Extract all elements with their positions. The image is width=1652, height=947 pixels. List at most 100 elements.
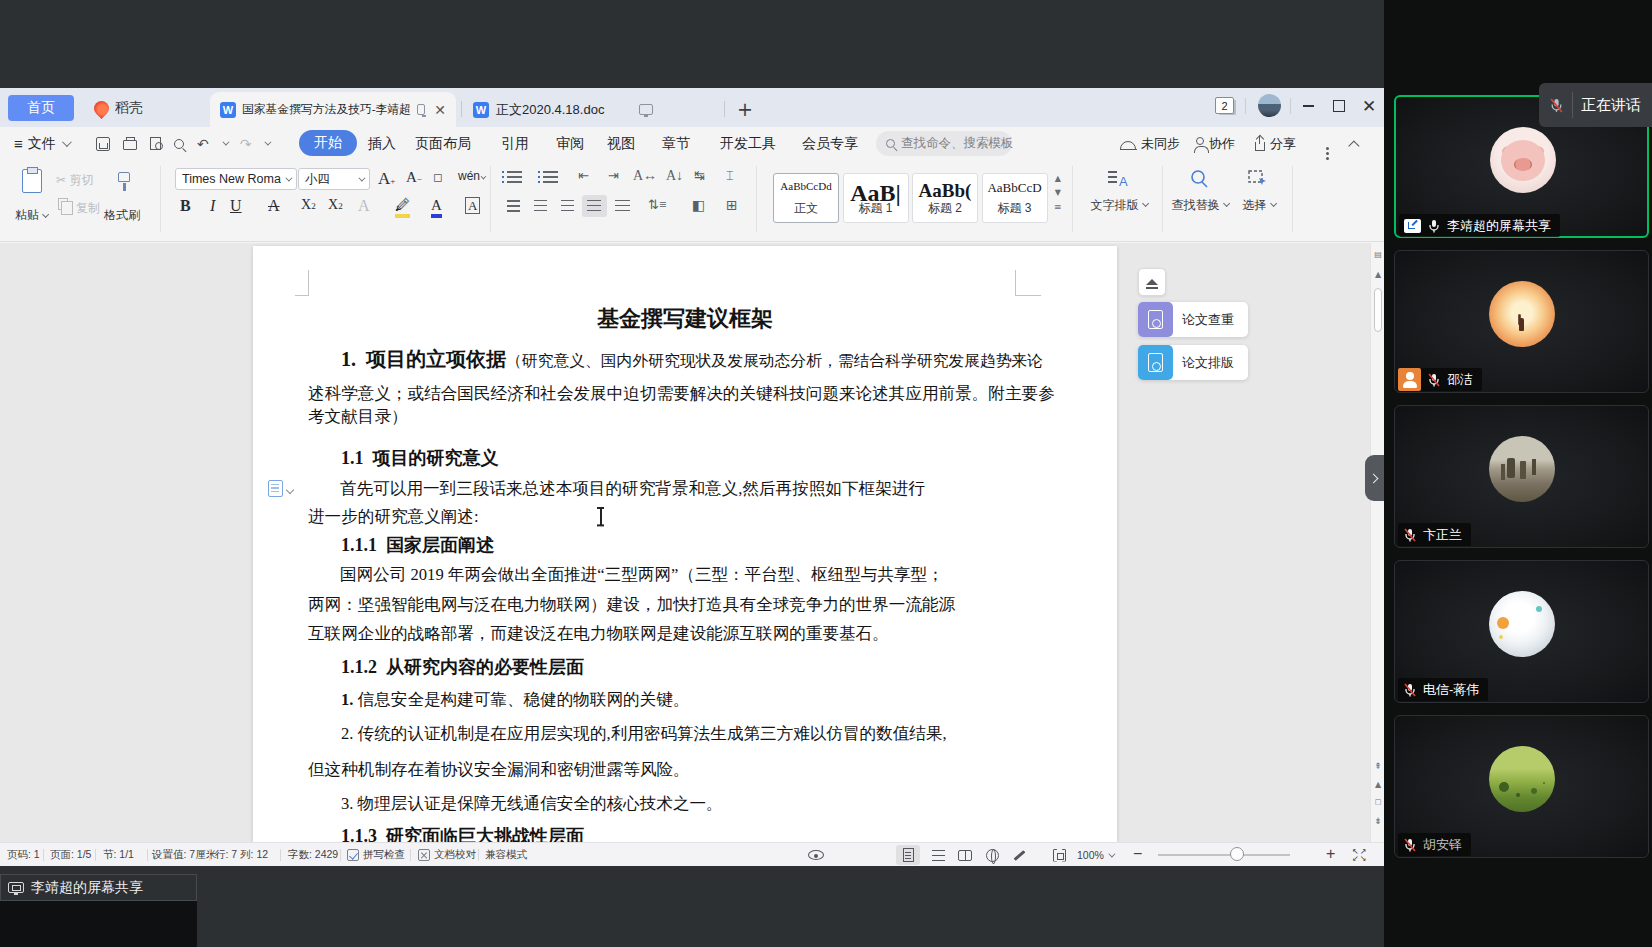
menu-item-开发工具[interactable]: 开发工具: [708, 127, 788, 160]
browse-object-icon[interactable]: □: [1371, 799, 1384, 806]
save-icon[interactable]: [96, 137, 110, 151]
panel-expander[interactable]: [1365, 455, 1384, 501]
font-color-button[interactable]: A: [431, 197, 442, 218]
format-painter-button[interactable]: 格式刷: [104, 207, 140, 224]
undo-icon[interactable]: ↶: [197, 136, 209, 152]
text-direction-icon[interactable]: A↔: [633, 168, 657, 184]
status-拼写检查[interactable]: 拼写检查: [347, 843, 405, 867]
distribute-icon[interactable]: [615, 200, 630, 212]
zoom-level[interactable]: 100%: [1077, 843, 1113, 867]
status-兼容模式[interactable]: 兼容模式: [485, 843, 527, 867]
share-button[interactable]: 分享: [1255, 127, 1296, 160]
window-count-badge[interactable]: 2: [1215, 97, 1234, 114]
next-page-icon[interactable]: ⇟: [1371, 817, 1384, 826]
scroll-top-icon[interactable]: ▤: [1371, 251, 1384, 259]
side-tool-论文查重[interactable]: 论文查重: [1138, 302, 1248, 337]
justify-button-selected[interactable]: [582, 195, 607, 217]
strikethrough-button[interactable]: A: [268, 197, 280, 215]
maximize-button[interactable]: [1326, 93, 1352, 119]
increase-indent-icon[interactable]: ⇥: [608, 168, 619, 183]
menu-item-页面布局[interactable]: 页面布局: [403, 127, 483, 160]
tab-document-active[interactable]: W 国家基金撰写方法及技巧-李靖超 ✕: [210, 92, 456, 127]
italic-button[interactable]: I: [210, 197, 215, 215]
tab-docer[interactable]: 稻壳: [82, 95, 200, 121]
line-spacing-icon[interactable]: ⇅≡: [648, 197, 666, 213]
account-avatar[interactable]: [1258, 94, 1281, 117]
wordart-button[interactable]: A: [358, 197, 370, 215]
zoom-slider-track[interactable]: [1158, 854, 1290, 856]
status-节[interactable]: 节: 1/1: [103, 843, 134, 867]
increase-font-icon[interactable]: A+: [378, 169, 395, 189]
underline-button[interactable]: U: [230, 197, 242, 215]
symbol-icon[interactable]: ↹: [694, 168, 705, 183]
align-right-icon[interactable]: [561, 200, 574, 212]
format-painter-icon[interactable]: [118, 172, 130, 182]
copy-button[interactable]: 复制: [76, 200, 100, 217]
char-border-button[interactable]: A: [465, 197, 480, 214]
vertical-scrollbar[interactable]: ▤ ▲ ⇞ ▲ □ ⇟: [1370, 243, 1384, 842]
menu-item-会员专享[interactable]: 会员专享: [790, 127, 870, 160]
subscript-button[interactable]: X2: [328, 197, 343, 213]
view-read-mode[interactable]: [953, 845, 977, 865]
menu-item-章节[interactable]: 章节: [636, 127, 716, 160]
align-center-icon[interactable]: [534, 200, 547, 212]
view-outline-mode[interactable]: [926, 845, 950, 865]
highlight-color-button[interactable]: 🖉: [395, 197, 410, 218]
style-card-标题 3[interactable]: AaBbCcD标题 3: [982, 173, 1048, 223]
view-page-mode[interactable]: [896, 845, 920, 865]
paste-icon[interactable]: [22, 169, 42, 193]
ribbon-tool-选择[interactable]: 选择: [1220, 160, 1296, 236]
undo-dropdown-icon[interactable]: [222, 139, 229, 146]
fit-page-icon[interactable]: [1053, 843, 1066, 867]
zoom-in-button[interactable]: +: [1326, 842, 1335, 866]
print-preview-icon[interactable]: [150, 137, 161, 150]
print-icon[interactable]: [123, 140, 137, 150]
new-tab-button[interactable]: +: [737, 98, 753, 120]
copy-icon[interactable]: [58, 198, 68, 210]
align-left-icon[interactable]: [507, 200, 520, 212]
scroll-up-icon[interactable]: ▲: [1371, 271, 1384, 279]
style-card-标题 2[interactable]: AaBb(标题 2: [912, 173, 978, 223]
view-ink-mode[interactable]: [1007, 845, 1031, 865]
collapse-ribbon-icon[interactable]: [1352, 127, 1360, 160]
close-button[interactable]: ✕: [1356, 93, 1382, 119]
sort-icon[interactable]: A↓: [666, 168, 683, 184]
minimize-button[interactable]: [1295, 93, 1321, 119]
status-页码[interactable]: 页码: 1: [7, 843, 40, 867]
side-tool-论文排版[interactable]: 论文排版: [1138, 345, 1248, 380]
find-icon[interactable]: [174, 139, 184, 149]
quickbar-more-icon[interactable]: [265, 139, 272, 146]
bullet-list-icon[interactable]: [507, 171, 522, 183]
status-字数[interactable]: 字数: 2429: [288, 843, 338, 867]
cut-button[interactable]: ✂ 剪切: [56, 172, 93, 189]
file-menu[interactable]: ≡文件: [10, 127, 73, 160]
participant-tile-邵洁[interactable]: 邵洁: [1394, 250, 1649, 393]
status-行[interactable]: 行: 7 列: 12: [215, 843, 268, 867]
decrease-indent-icon[interactable]: ⇤: [578, 168, 589, 183]
status-页面[interactable]: 页面: 1/5: [50, 843, 91, 867]
paragraph-tool-icon[interactable]: [268, 480, 283, 497]
tab-home[interactable]: 首页: [8, 95, 74, 121]
superscript-button[interactable]: X2: [301, 197, 316, 213]
collaborate-button[interactable]: 协作: [1196, 127, 1235, 160]
style-gallery-arrows[interactable]: ▲▼≡: [1054, 174, 1062, 212]
tab-document-inactive[interactable]: W 正文2020.4.18.doc: [463, 92, 713, 127]
clear-format-icon[interactable]: ◇: [429, 168, 449, 188]
font-name-select[interactable]: Times New Roma: [175, 168, 297, 190]
shading-icon[interactable]: ◧: [692, 197, 705, 214]
redo-icon[interactable]: ↷: [240, 136, 252, 152]
phonetic-guide-icon[interactable]: wén: [458, 169, 484, 183]
ruler-icon[interactable]: ⌶: [726, 168, 734, 184]
prev-page-icon[interactable]: ⇞: [1371, 762, 1384, 771]
scrollbar-thumb[interactable]: [1374, 288, 1382, 332]
style-card-正文[interactable]: AaBbCcDd正文: [773, 173, 839, 223]
participant-tile-胡安铎[interactable]: 胡安铎: [1394, 715, 1649, 858]
paste-button[interactable]: 粘贴: [15, 207, 46, 224]
fullscreen-icon[interactable]: ↖↗↙↘: [1352, 843, 1367, 867]
zoom-slider-knob[interactable]: [1230, 847, 1244, 861]
ribbon-tool-文字排版[interactable]: A文字排版: [1080, 160, 1156, 236]
status-文档校对[interactable]: 文档校对: [418, 843, 476, 867]
participant-tile-电信-蒋伟[interactable]: 电信-蒋伟: [1394, 560, 1649, 703]
participant-tile-卞正兰[interactable]: 卞正兰: [1394, 405, 1649, 548]
numbered-list-icon[interactable]: [543, 171, 558, 183]
